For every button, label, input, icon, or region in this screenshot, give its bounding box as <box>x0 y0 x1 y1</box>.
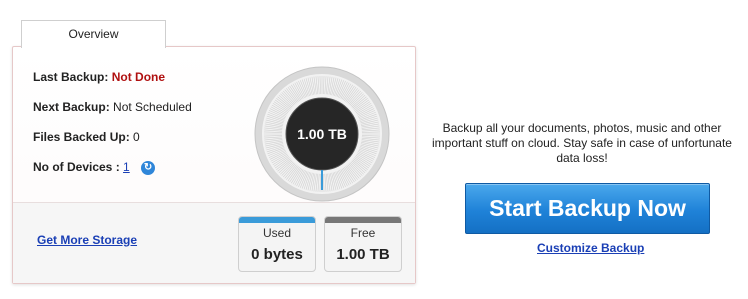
overview-panel: Last Backup: Not Done Next Backup: Not S… <box>12 46 416 284</box>
next-backup-label: Next Backup: <box>33 100 110 114</box>
used-storage-box: Used 0 bytes <box>238 216 316 272</box>
customize-backup-link[interactable]: Customize Backup <box>537 241 644 255</box>
last-backup-label: Last Backup: <box>33 70 109 84</box>
free-bar <box>325 217 401 223</box>
files-backed-up-row: Files Backed Up: 0 <box>33 130 140 144</box>
start-backup-button[interactable]: Start Backup Now <box>465 183 710 234</box>
files-backed-up-label: Files Backed Up: <box>33 130 130 144</box>
files-backed-up-value: 0 <box>133 130 140 144</box>
devices-label: No of Devices : <box>33 160 120 174</box>
backup-tagline: Backup all your documents, photos, music… <box>432 121 732 165</box>
free-storage-box: Free 1.00 TB <box>324 216 402 272</box>
used-value: 0 bytes <box>251 246 303 263</box>
free-caption: Free <box>350 226 376 240</box>
last-backup-row: Last Backup: Not Done <box>33 70 165 84</box>
refresh-icon[interactable]: ↻ <box>141 160 156 175</box>
used-caption: Used <box>262 226 291 240</box>
get-more-storage-link[interactable]: Get More Storage <box>37 233 137 247</box>
devices-row: No of Devices : 1 ↻ <box>33 160 156 175</box>
used-bar <box>239 217 315 223</box>
gauge-value-label: 1.00 TB <box>297 126 347 142</box>
last-backup-value: Not Done <box>111 70 166 84</box>
next-backup-value: Not Scheduled <box>113 100 192 114</box>
free-value: 1.00 TB <box>336 246 390 263</box>
tab-overview[interactable]: Overview <box>21 20 166 48</box>
storage-gauge: 1.00 TB <box>254 66 390 202</box>
next-backup-row: Next Backup: Not Scheduled <box>33 100 192 114</box>
devices-count-link[interactable]: 1 <box>123 160 130 174</box>
